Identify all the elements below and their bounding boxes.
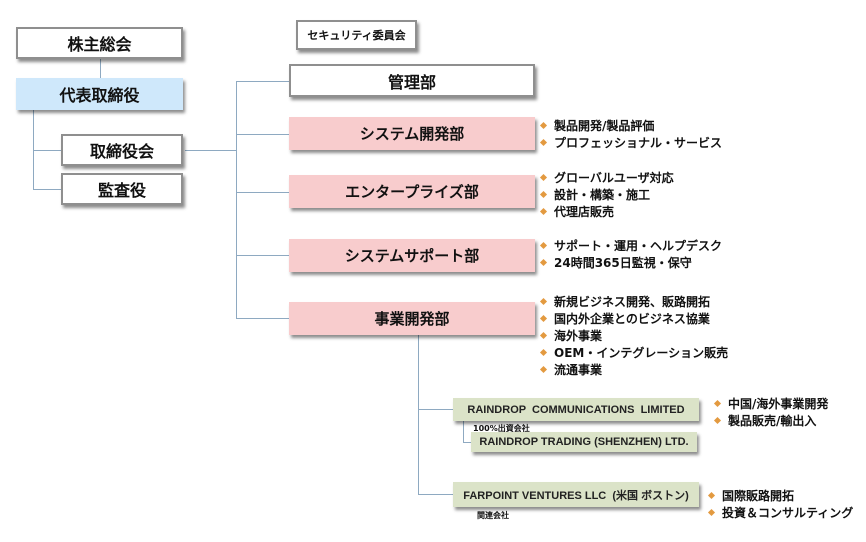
subsidiary-label: FARPOINT VENTURES LLC (米国 ボストン) <box>463 489 689 502</box>
bullet-diamond-icon <box>539 138 548 147</box>
duty-item: 投資＆コンサルティング <box>706 504 853 521</box>
enterprise-duties: グローバルユーザ対応 設計・構築・施工 代理店販売 <box>538 169 674 220</box>
raindrop-comms-duties: 中国/海外事業開発 製品販売/輸出入 <box>712 395 828 429</box>
duty-item: 代理店販売 <box>538 203 674 220</box>
department-box-business-dev: 事業開発部 <box>289 302 535 335</box>
duty-item: 国内外企業とのビジネス協業 <box>538 310 728 327</box>
department-box-enterprise: エンタープライズ部 <box>289 175 535 208</box>
bullet-diamond-icon <box>713 399 722 408</box>
ceo-label: 代表取締役 <box>59 86 140 105</box>
bullet-diamond-icon <box>539 207 548 216</box>
business-dev-duties: 新規ビジネス開発、販路開拓 国内外企業とのビジネス協業 海外事業 OEM・インテ… <box>538 293 728 378</box>
bullet-diamond-icon <box>539 331 548 340</box>
duty-item: 中国/海外事業開発 <box>712 395 828 412</box>
duty-item: 海外事業 <box>538 327 728 344</box>
bullet-diamond-icon <box>539 314 548 323</box>
shareholders-label: 株主総会 <box>67 35 132 54</box>
duty-item: グローバルユーザ対応 <box>538 169 674 186</box>
connector-board <box>33 150 62 151</box>
bullet-diamond-icon <box>539 173 548 182</box>
bullet-diamond-icon <box>713 416 722 425</box>
connector-dept-4 <box>236 318 289 319</box>
department-box-system-dev: システム開発部 <box>289 117 535 150</box>
department-label: エンタープライズ部 <box>345 183 479 201</box>
bullet-diamond-icon <box>707 491 716 500</box>
subsidiary-box-farpoint: FARPOINT VENTURES LLC (米国 ボストン) <box>453 482 699 507</box>
department-label: 事業開発部 <box>374 310 450 328</box>
department-label: システムサポート部 <box>344 247 480 265</box>
subsidiary-label: RAINDROP COMMUNICATIONS LIMITED <box>467 403 685 416</box>
duty-item: プロフェッショナル・サービス <box>538 134 722 151</box>
auditor-box: 監査役 <box>61 173 183 205</box>
bullet-diamond-icon <box>539 365 548 374</box>
bullet-diamond-icon <box>539 258 548 267</box>
connector-sub-trunk <box>418 334 419 495</box>
department-box-admin: 管理部 <box>289 64 535 97</box>
department-label: 管理部 <box>387 72 436 92</box>
connector-sub-0 <box>418 409 453 410</box>
duty-item: 流通事業 <box>538 361 728 378</box>
bullet-diamond-icon <box>539 190 548 199</box>
subsidiary-box-raindrop-comms: RAINDROP COMMUNICATIONS LIMITED <box>453 398 699 421</box>
duty-item: 製品販売/輸出入 <box>712 412 828 429</box>
duty-item: 24時間365日監視・保守 <box>538 254 722 271</box>
connector-dept-2 <box>236 192 289 193</box>
connector-dept-0 <box>236 81 289 82</box>
board-label: 取締役会 <box>89 142 154 161</box>
subsidiary-box-raindrop-trading: RAINDROP TRADING (SHENZHEN) LTD. <box>471 432 697 452</box>
connector-sub-2 <box>418 494 453 495</box>
system-support-duties: サポート・運用・ヘルプデスク 24時間365日監視・保守 <box>538 237 722 271</box>
connector-board-dept <box>185 150 237 151</box>
connector-dept-1 <box>236 134 289 135</box>
shareholders-box: 株主総会 <box>16 27 183 59</box>
subsidiary-note-affiliate: 関連会社 <box>477 511 509 520</box>
duty-item: 設計・構築・施工 <box>538 186 674 203</box>
ceo-box: 代表取締役 <box>16 78 183 110</box>
duty-item: 製品開発/製品評価 <box>538 117 722 134</box>
bullet-diamond-icon <box>539 121 548 130</box>
connector-dept-trunk <box>236 81 237 319</box>
department-label: システム開発部 <box>359 125 465 143</box>
connector-auditor <box>33 189 62 190</box>
board-box: 取締役会 <box>61 134 183 166</box>
duty-item: サポート・運用・ヘルプデスク <box>538 237 722 254</box>
security-committee-box: セキュリティ委員会 <box>296 20 417 50</box>
farpoint-duties: 国際販路開拓 投資＆コンサルティング <box>706 487 853 521</box>
connector-sub-1-h <box>463 442 471 443</box>
system-dev-duties: 製品開発/製品評価 プロフェッショナル・サービス <box>538 117 722 151</box>
duty-item: 新規ビジネス開発、販路開拓 <box>538 293 728 310</box>
bullet-diamond-icon <box>707 508 716 517</box>
security-committee-label: セキュリティ委員会 <box>307 29 406 42</box>
duty-item: OEM・インテグレーション販売 <box>538 344 728 361</box>
connector-sub-1-v <box>463 421 464 442</box>
department-box-system-support: システムサポート部 <box>289 239 535 272</box>
duty-item: 国際販路開拓 <box>706 487 853 504</box>
bullet-diamond-icon <box>539 297 548 306</box>
connector-shareholders-ceo <box>100 58 101 78</box>
auditor-label: 監査役 <box>97 181 146 200</box>
bullet-diamond-icon <box>539 348 548 357</box>
connector-dept-3 <box>236 255 289 256</box>
subsidiary-label: RAINDROP TRADING (SHENZHEN) LTD. <box>479 436 689 448</box>
bullet-diamond-icon <box>539 241 548 250</box>
